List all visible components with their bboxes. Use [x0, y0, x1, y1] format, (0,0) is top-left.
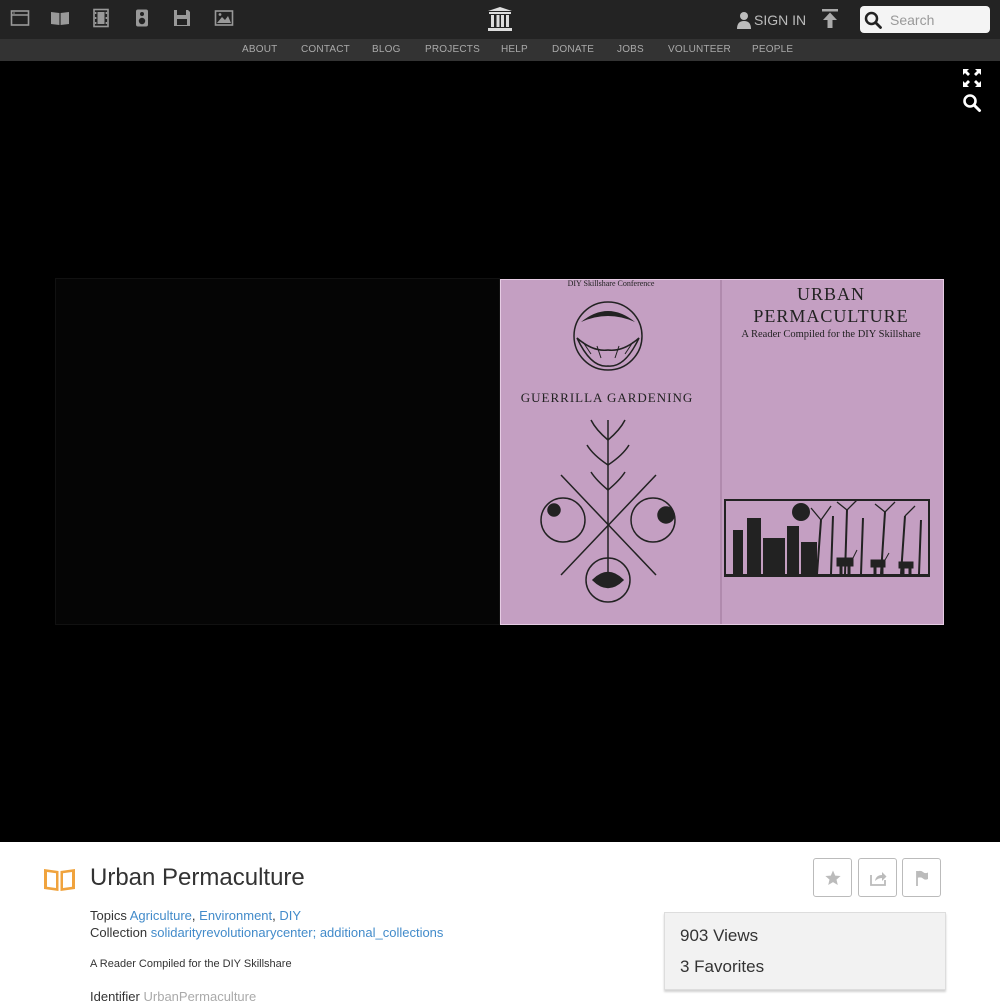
book-cover-image: DIY Skillshare Conference GUERRILLA GARD…	[500, 279, 944, 625]
nav-donate[interactable]: DONATE	[552, 44, 594, 55]
software-icon[interactable]	[171, 7, 193, 29]
identifier-value[interactable]: UrbanPermaculture	[144, 989, 257, 1004]
cover-header-text: DIY Skillshare Conference	[568, 280, 655, 288]
audio-icon[interactable]	[131, 7, 153, 29]
web-icon[interactable]	[9, 7, 31, 29]
cover-title-line-2: PERMACULTURE	[753, 306, 908, 326]
share-button[interactable]	[858, 858, 897, 897]
collection-link-solidarity[interactable]: solidarityrevolutionarycenter	[151, 925, 313, 940]
flag-button[interactable]	[902, 858, 941, 897]
nav-bar: ABOUT CONTACT BLOG PROJECTS HELP DONATE …	[0, 39, 1000, 61]
identifier-row: Identifier UrbanPermaculture	[90, 989, 256, 1004]
topics-row: Topics Agriculture, Environment, DIY	[90, 908, 302, 923]
views-count: 903 Views	[680, 926, 759, 945]
sign-in-label: SIGN IN	[754, 12, 807, 28]
topic-link-diy[interactable]: DIY	[279, 908, 301, 923]
sign-in-link[interactable]: SIGN IN	[736, 9, 806, 31]
collection-row: Collection solidarityrevolutionarycenter…	[90, 925, 444, 940]
nav-contact[interactable]: CONTACT	[301, 44, 350, 55]
blank-left-page	[55, 278, 500, 625]
nav-blog[interactable]: BLOG	[372, 44, 401, 55]
texts-icon[interactable]	[49, 7, 71, 29]
search-input[interactable]	[890, 11, 980, 28]
book-viewer[interactable]: DIY Skillshare Conference GUERRILLA GARD…	[0, 61, 1000, 842]
collection-label: Collection	[90, 925, 148, 940]
nav-help[interactable]: HELP	[501, 44, 528, 55]
topic-link-agriculture[interactable]: Agriculture	[130, 908, 192, 923]
favorites-count: 3 Favorites	[680, 957, 765, 976]
upload-icon[interactable]	[819, 8, 841, 30]
nav-people[interactable]: PEOPLE	[752, 44, 793, 55]
topics-label: Topics	[90, 908, 127, 923]
guerrilla-gardening-heading: GUERRILLA GARDENING	[521, 390, 693, 405]
favorite-icon	[824, 870, 841, 885]
stats-panel: 903 Views 3 Favorites	[664, 912, 946, 990]
cover-title-line-1: URBAN	[797, 284, 865, 304]
nav-volunteer[interactable]: VOLUNTEER	[668, 44, 731, 55]
nav-projects[interactable]: PROJECTS	[425, 44, 480, 55]
video-icon[interactable]	[90, 7, 112, 29]
fullscreen-icon[interactable]	[962, 68, 982, 88]
search-box[interactable]	[860, 6, 990, 33]
identifier-label: Identifier	[90, 989, 140, 1004]
texts-book-icon	[43, 866, 76, 892]
favorite-button[interactable]	[813, 858, 852, 897]
zoom-search-icon[interactable]	[962, 93, 982, 113]
nav-jobs[interactable]: JOBS	[617, 44, 644, 55]
user-icon	[737, 12, 751, 29]
item-description: A Reader Compiled for the DIY Skillshare	[90, 958, 292, 970]
top-bar: SIGN IN	[0, 0, 1000, 39]
flag-icon	[915, 870, 928, 886]
nav-about[interactable]: ABOUT	[242, 44, 277, 55]
collection-link-additional[interactable]: additional_collections	[320, 925, 444, 940]
archive-logo-icon[interactable]	[487, 6, 513, 33]
item-title: Urban Permaculture	[90, 864, 305, 891]
cover-subtitle: A Reader Compiled for the DIY Skillshare	[741, 329, 921, 340]
topic-link-environment[interactable]: Environment	[199, 908, 272, 923]
share-icon	[869, 871, 886, 886]
images-icon[interactable]	[213, 7, 235, 29]
search-icon	[864, 11, 882, 29]
